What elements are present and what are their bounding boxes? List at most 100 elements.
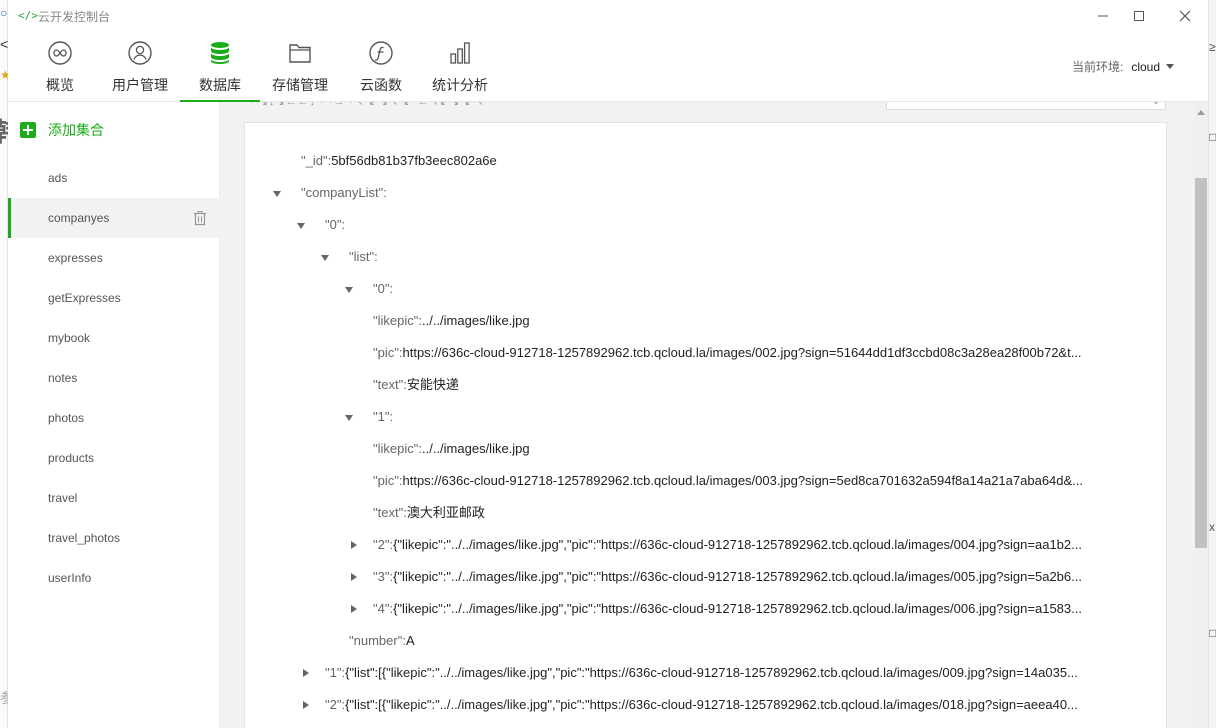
document-field[interactable]: "likepic":../../images/like.jpg <box>373 439 1140 459</box>
field-key: "1" <box>325 665 342 680</box>
scrollbar-thumb[interactable] <box>1195 178 1207 548</box>
collection-item[interactable]: travel <box>8 478 220 518</box>
field-key: "2" <box>373 537 390 552</box>
field-key: "4" <box>373 601 390 616</box>
field-value: {"list":[{"likepic":"../../images/like.j… <box>345 697 1078 712</box>
title-bar: </> 云开发控制台 <box>8 0 1208 32</box>
field-key: "text" <box>373 377 404 392</box>
nav-tab-database[interactable]: 数据库 <box>180 40 260 102</box>
collection-label: notes <box>48 371 78 385</box>
bar-chart-icon <box>447 40 473 66</box>
collection-label: mybook <box>48 331 91 345</box>
collection-item[interactable]: userInfo <box>8 558 220 598</box>
minimize-button[interactable] <box>1088 4 1118 28</box>
scroll-up-icon <box>1197 110 1205 115</box>
document-field[interactable]: "list": <box>349 247 1140 267</box>
field-separator: : <box>374 249 378 264</box>
document-field[interactable]: "2":{"likepic":"../../images/like.jpg","… <box>373 535 1140 555</box>
document-field[interactable]: "text":安能快递 <box>373 375 1140 395</box>
collection-item[interactable]: companyes <box>8 198 220 238</box>
collection-label: ads <box>48 171 68 185</box>
plus-icon <box>20 122 36 138</box>
filter-select[interactable] <box>886 102 1166 110</box>
toolbar-fragment: · ↘↓↘←←↓ · ·→ ·↖ ↙↘↖ ↙ ←↖↙↘ ↙↖ <box>250 102 590 107</box>
document-field[interactable]: "text":澳大利亚邮政 <box>373 503 1140 523</box>
field-key: "list" <box>349 249 375 264</box>
nav-tab-users[interactable]: 用户管理 <box>110 40 170 102</box>
document-field[interactable]: "pic":https://636c-cloud-912718-12578929… <box>373 471 1140 491</box>
background-fragment: □ <box>1209 130 1216 144</box>
field-separator: : <box>389 281 394 296</box>
collection-item[interactable]: products <box>8 438 220 478</box>
background-window-right: ≥ □ x □ <box>1208 0 1216 728</box>
background-fragment: □ <box>1209 626 1216 640</box>
collection-label: companyes <box>48 211 110 225</box>
nav-tab-functions[interactable]: 云函数 <box>356 40 406 102</box>
nav-tab-overview[interactable]: 概览 <box>40 40 80 102</box>
expand-arrow-icon[interactable] <box>351 541 357 549</box>
collection-label: getExpresses <box>48 291 121 305</box>
collapse-arrow-icon[interactable] <box>345 287 353 293</box>
field-separator: : <box>389 409 394 424</box>
collapse-arrow-icon[interactable] <box>297 223 305 229</box>
collection-label: userInfo <box>48 571 92 585</box>
document-field[interactable]: "2":{"list":[{"likepic":"../../images/li… <box>325 695 1140 715</box>
nav-label: 用户管理 <box>112 77 168 93</box>
user-icon <box>127 40 153 66</box>
environment-selector[interactable]: 当前环境: cloud <box>1072 58 1174 75</box>
collection-item[interactable]: getExpresses <box>8 278 220 318</box>
function-icon <box>368 40 394 66</box>
document-field[interactable]: "1":{"list":[{"likepic":"../../images/li… <box>325 663 1140 683</box>
code-brackets-icon: </> <box>18 9 38 22</box>
nav-tab-analytics[interactable]: 统计分析 <box>430 40 490 102</box>
trash-icon[interactable] <box>192 210 208 226</box>
close-button[interactable] <box>1170 4 1200 28</box>
env-value: cloud <box>1131 59 1160 74</box>
document-field[interactable]: "pic":https://636c-cloud-912718-12578929… <box>373 343 1140 363</box>
collection-item[interactable]: mybook <box>8 318 220 358</box>
document-field[interactable]: "number":A <box>349 631 1140 651</box>
collapse-arrow-icon[interactable] <box>321 255 329 261</box>
nav-tab-storage[interactable]: 存储管理 <box>270 40 330 102</box>
collapse-arrow-icon[interactable] <box>273 191 281 197</box>
document-field[interactable]: "3":{"likepic":"../../images/like.jpg","… <box>373 567 1140 587</box>
collection-item[interactable]: ads <box>8 158 220 198</box>
field-value: 5bf56db81b37fb3eec802a6e <box>331 153 497 168</box>
vertical-scrollbar[interactable] <box>1194 102 1208 728</box>
collection-item[interactable]: expresses <box>8 238 220 278</box>
document-field[interactable]: "0": <box>325 215 1140 235</box>
collection-item[interactable]: notes <box>8 358 220 398</box>
expand-arrow-icon[interactable] <box>303 701 309 709</box>
collection-item[interactable]: photos <box>8 398 220 438</box>
chevron-down-icon <box>1166 64 1174 69</box>
expand-arrow-icon[interactable] <box>303 669 309 677</box>
nav-label: 云函数 <box>360 77 402 93</box>
document-field[interactable]: "1": <box>373 407 1140 427</box>
add-collection-button[interactable]: 添加集合 <box>20 120 104 140</box>
document-field[interactable]: "_id":5bf56db81b37fb3eec802a6e <box>301 151 1140 171</box>
document-panel: "_id":5bf56db81b37fb3eec802a6e "companyLi… <box>244 122 1167 728</box>
field-value: https://636c-cloud-912718-1257892962.tcb… <box>402 345 1082 360</box>
field-value: {"likepic":"../../images/like.jpg","pic"… <box>393 601 1082 616</box>
expand-arrow-icon[interactable] <box>351 605 357 613</box>
background-fragment: ≥ <box>1209 40 1216 54</box>
collection-label: products <box>48 451 95 465</box>
collection-item[interactable]: travel_photos <box>8 518 220 558</box>
document-field[interactable]: "companyList": <box>301 183 1140 203</box>
field-value: A <box>405 633 415 648</box>
field-value: https://636c-cloud-912718-1257892962.tcb… <box>402 473 1084 488</box>
collection-list: ads companyes expresses getExpresses mybook n… <box>8 158 220 598</box>
document-field[interactable]: "likepic":../../images/like.jpg <box>373 311 1140 331</box>
document-field[interactable]: "0": <box>373 279 1140 299</box>
expand-arrow-icon[interactable] <box>351 573 357 581</box>
document-field[interactable]: "4":{"likepic":"../../images/like.jpg","… <box>373 599 1140 619</box>
nav-label: 存储管理 <box>272 77 328 93</box>
field-value: {"likepic":"../../images/like.jpg","pic"… <box>393 537 1082 552</box>
collection-label: travel_photos <box>48 531 121 545</box>
collection-sidebar: 添加集合 ads companyes expresses getExpresses my… <box>8 102 220 728</box>
field-key: "0" <box>373 281 390 296</box>
maximize-button[interactable] <box>1124 4 1154 28</box>
field-value: ../../images/like.jpg <box>421 441 530 456</box>
collapse-arrow-icon[interactable] <box>345 415 353 421</box>
field-key: "text" <box>373 505 404 520</box>
